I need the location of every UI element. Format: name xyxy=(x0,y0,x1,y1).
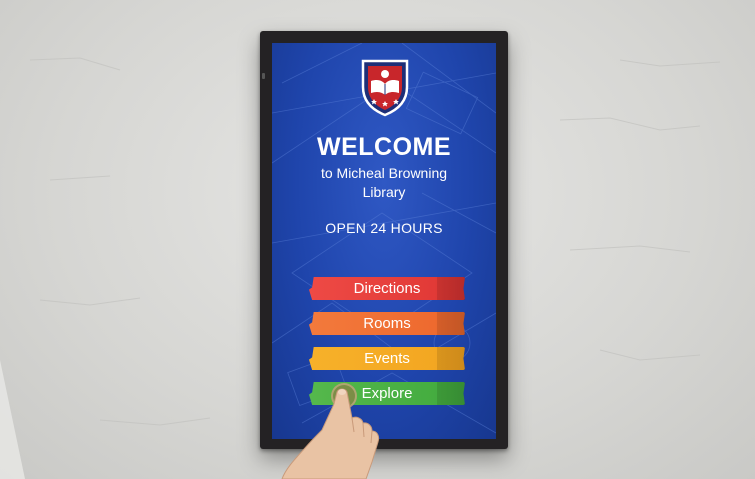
pointing-hand-icon xyxy=(281,388,380,479)
